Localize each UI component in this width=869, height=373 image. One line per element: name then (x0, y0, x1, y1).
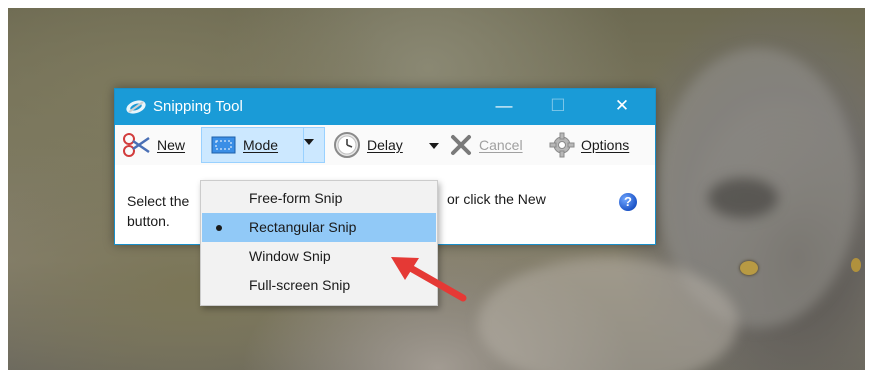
window-title: Snipping Tool (153, 98, 243, 115)
title-bar[interactable]: Snipping Tool — ☐ ✕ (115, 89, 655, 125)
wallpaper-fox-eye-area (708, 178, 778, 218)
x-icon (451, 135, 471, 155)
maximize-button[interactable]: ☐ (535, 89, 581, 125)
help-icon[interactable]: ? (619, 193, 637, 211)
options-label: Options (581, 137, 630, 153)
menu-item-label: Rectangular Snip (249, 219, 357, 235)
options-button[interactable]: Options (549, 131, 629, 159)
toolbar: New Mode Delay Cancel Options (115, 125, 655, 165)
new-button[interactable]: New (121, 131, 185, 159)
clock-icon (334, 132, 360, 158)
menu-item-label: Full-screen Snip (249, 277, 351, 293)
delay-button[interactable]: Delay (333, 131, 403, 159)
wallpaper-fox-eye-2 (851, 258, 861, 272)
scissors-icon (126, 100, 146, 114)
selected-bullet-icon (216, 225, 222, 231)
menu-item-label: Window Snip (249, 248, 331, 264)
rectangle-snip-icon (211, 136, 236, 154)
close-button[interactable]: ✕ (599, 89, 645, 125)
menu-item-free-form-snip[interactable]: Free-form Snip (202, 184, 436, 213)
scissors-icon (123, 133, 150, 157)
menu-item-label: Free-form Snip (249, 190, 343, 206)
annotation-arrow-icon (391, 257, 467, 302)
delay-label: Delay (367, 137, 403, 153)
wallpaper-fox-eye (740, 261, 758, 275)
cancel-button[interactable]: Cancel (449, 131, 523, 159)
mode-label: Mode (243, 137, 279, 153)
menu-item-rectangular-snip[interactable]: Rectangular Snip (202, 213, 436, 242)
new-label: New (157, 137, 186, 153)
screenshot-frame: Snipping Tool — ☐ ✕ New Mode Delay Cance… (0, 0, 869, 373)
minimize-button[interactable]: — (481, 89, 527, 125)
instruction-line-1-end: or click the New (447, 191, 546, 207)
cancel-label: Cancel (479, 137, 523, 153)
chevron-down-icon[interactable] (304, 139, 314, 145)
chevron-down-icon[interactable] (429, 143, 439, 149)
mode-split-divider (303, 128, 304, 162)
mode-button[interactable]: Mode (211, 131, 278, 159)
gear-icon (549, 132, 575, 158)
